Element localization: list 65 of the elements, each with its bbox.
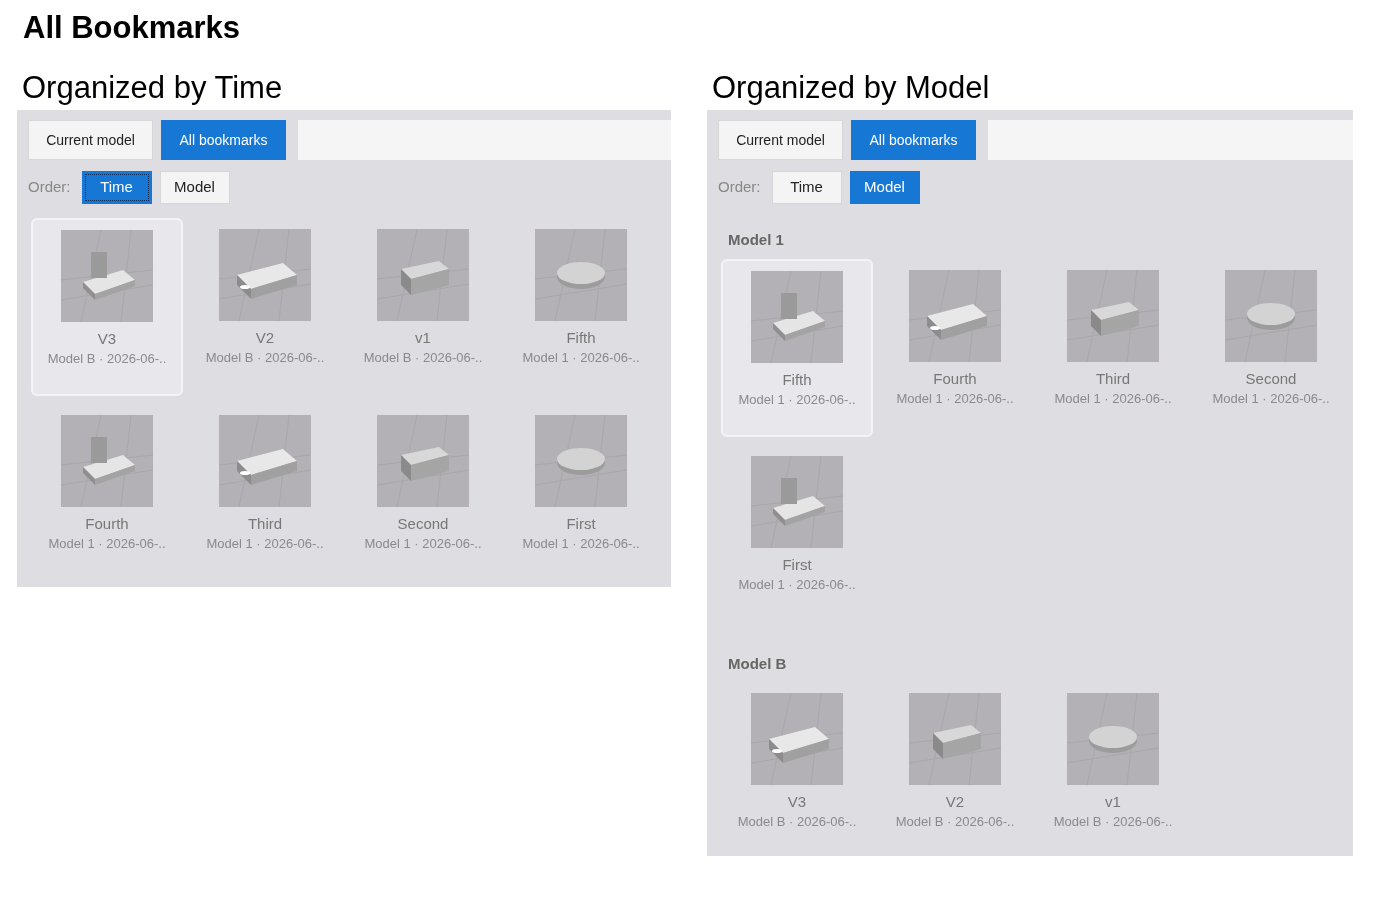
order-button[interactable]: Model [159, 171, 230, 204]
section-title: Organized by Time [21, 69, 284, 107]
bookmark-card[interactable]: Third Model 1 · 2026-06-.. [1037, 258, 1189, 437]
bookmark-title: V3 [97, 330, 117, 348]
bookmark-meta: Model 1 · 2026-06-.. [1054, 390, 1172, 407]
section-title: Organized by Model [711, 69, 991, 107]
bookmark-card[interactable]: V3 Model B · 2026-06-.. [721, 682, 873, 856]
order-label: Order: [718, 177, 762, 198]
bookmark-title: Fifth [782, 370, 812, 389]
bookmark-title: Second [397, 515, 449, 533]
bookmark-title: Fourth [85, 515, 129, 533]
bookmark-card[interactable]: First Model 1 · 2026-06-.. [721, 444, 873, 623]
bookmark-card[interactable]: Fourth Model 1 · 2026-06-.. [31, 404, 183, 582]
bookmark-meta: Model 1 · 2026-06-.. [206, 536, 324, 552]
bookmark-meta: Model B · 2026-06-.. [1053, 814, 1173, 830]
page-heading: All Bookmarks [23, 9, 242, 47]
bookmark-title: v1 [1105, 793, 1121, 811]
group-heading: Model B [727, 653, 788, 674]
bookmark-meta: Model B · 2026-06-.. [737, 814, 857, 830]
bookmark-meta: Model 1 · 2026-06-.. [364, 536, 482, 552]
bookmark-title: Second [1245, 369, 1297, 388]
bookmark-card[interactable]: Fourth Model 1 · 2026-06-.. [879, 258, 1031, 437]
bookmark-meta: Model 1 · 2026-06-.. [522, 350, 640, 366]
bookmark-card[interactable]: Third Model 1 · 2026-06-.. [189, 404, 341, 582]
bookmark-meta: Model B · 2026-06-.. [47, 351, 167, 367]
order-button[interactable]: Time [81, 171, 152, 204]
bookmark-meta: Model B · 2026-06-.. [895, 814, 1015, 830]
tab[interactable]: Current model [28, 120, 153, 160]
bookmark-title: Third [247, 515, 283, 533]
tab[interactable]: Current model [718, 120, 843, 160]
bookmark-title: Third [1095, 369, 1131, 388]
input-field[interactable] [298, 120, 671, 160]
input-field[interactable] [988, 120, 1353, 160]
group-heading: Model 1 [727, 230, 785, 250]
bookmark-title: First [782, 555, 812, 574]
bookmark-card[interactable]: V2 Model B · 2026-06-.. [879, 682, 1031, 856]
bookmark-title: Fifth [566, 329, 596, 347]
order-label: Order: [28, 177, 72, 198]
bookmark-card[interactable]: Second Model 1 · 2026-06-.. [1195, 258, 1347, 437]
bookmark-meta: Model B · 2026-06-.. [363, 350, 483, 366]
bookmark-title: First [566, 515, 596, 533]
bookmark-meta: Model 1 · 2026-06-.. [738, 576, 856, 593]
bookmark-card[interactable]: First Model 1 · 2026-06-.. [505, 404, 657, 582]
bookmark-card[interactable]: V2 Model B · 2026-06-.. [189, 218, 341, 396]
bookmark-card[interactable]: Fifth Model 1 · 2026-06-.. [721, 258, 873, 437]
bookmark-card[interactable]: V3 Model B · 2026-06-.. [31, 218, 183, 396]
tab[interactable]: All bookmarks [161, 120, 286, 160]
order-button[interactable]: Time [771, 171, 842, 204]
bookmark-card[interactable]: Second Model 1 · 2026-06-.. [347, 404, 499, 582]
tab[interactable]: All bookmarks [851, 120, 976, 160]
bookmark-meta: Model 1 · 2026-06-.. [738, 391, 856, 408]
order-button[interactable]: Model [849, 171, 920, 204]
bookmark-title: Fourth [933, 369, 977, 388]
bookmark-card[interactable]: v1 Model B · 2026-06-.. [347, 218, 499, 396]
bookmark-title: V2 [255, 329, 275, 347]
bookmark-meta: Model 1 · 2026-06-.. [1212, 390, 1330, 407]
bookmark-meta: Model 1 · 2026-06-.. [522, 536, 640, 552]
bookmark-meta: Model 1 · 2026-06-.. [896, 390, 1014, 407]
bookmark-meta: Model B · 2026-06-.. [205, 350, 325, 366]
bookmark-title: v1 [415, 329, 431, 347]
bookmark-meta: Model 1 · 2026-06-.. [48, 536, 166, 552]
bookmark-title: V2 [945, 793, 965, 811]
bookmark-card[interactable]: v1 Model B · 2026-06-.. [1037, 682, 1189, 856]
bookmark-title: V3 [787, 793, 807, 811]
bookmark-card[interactable]: Fifth Model 1 · 2026-06-.. [505, 218, 657, 396]
